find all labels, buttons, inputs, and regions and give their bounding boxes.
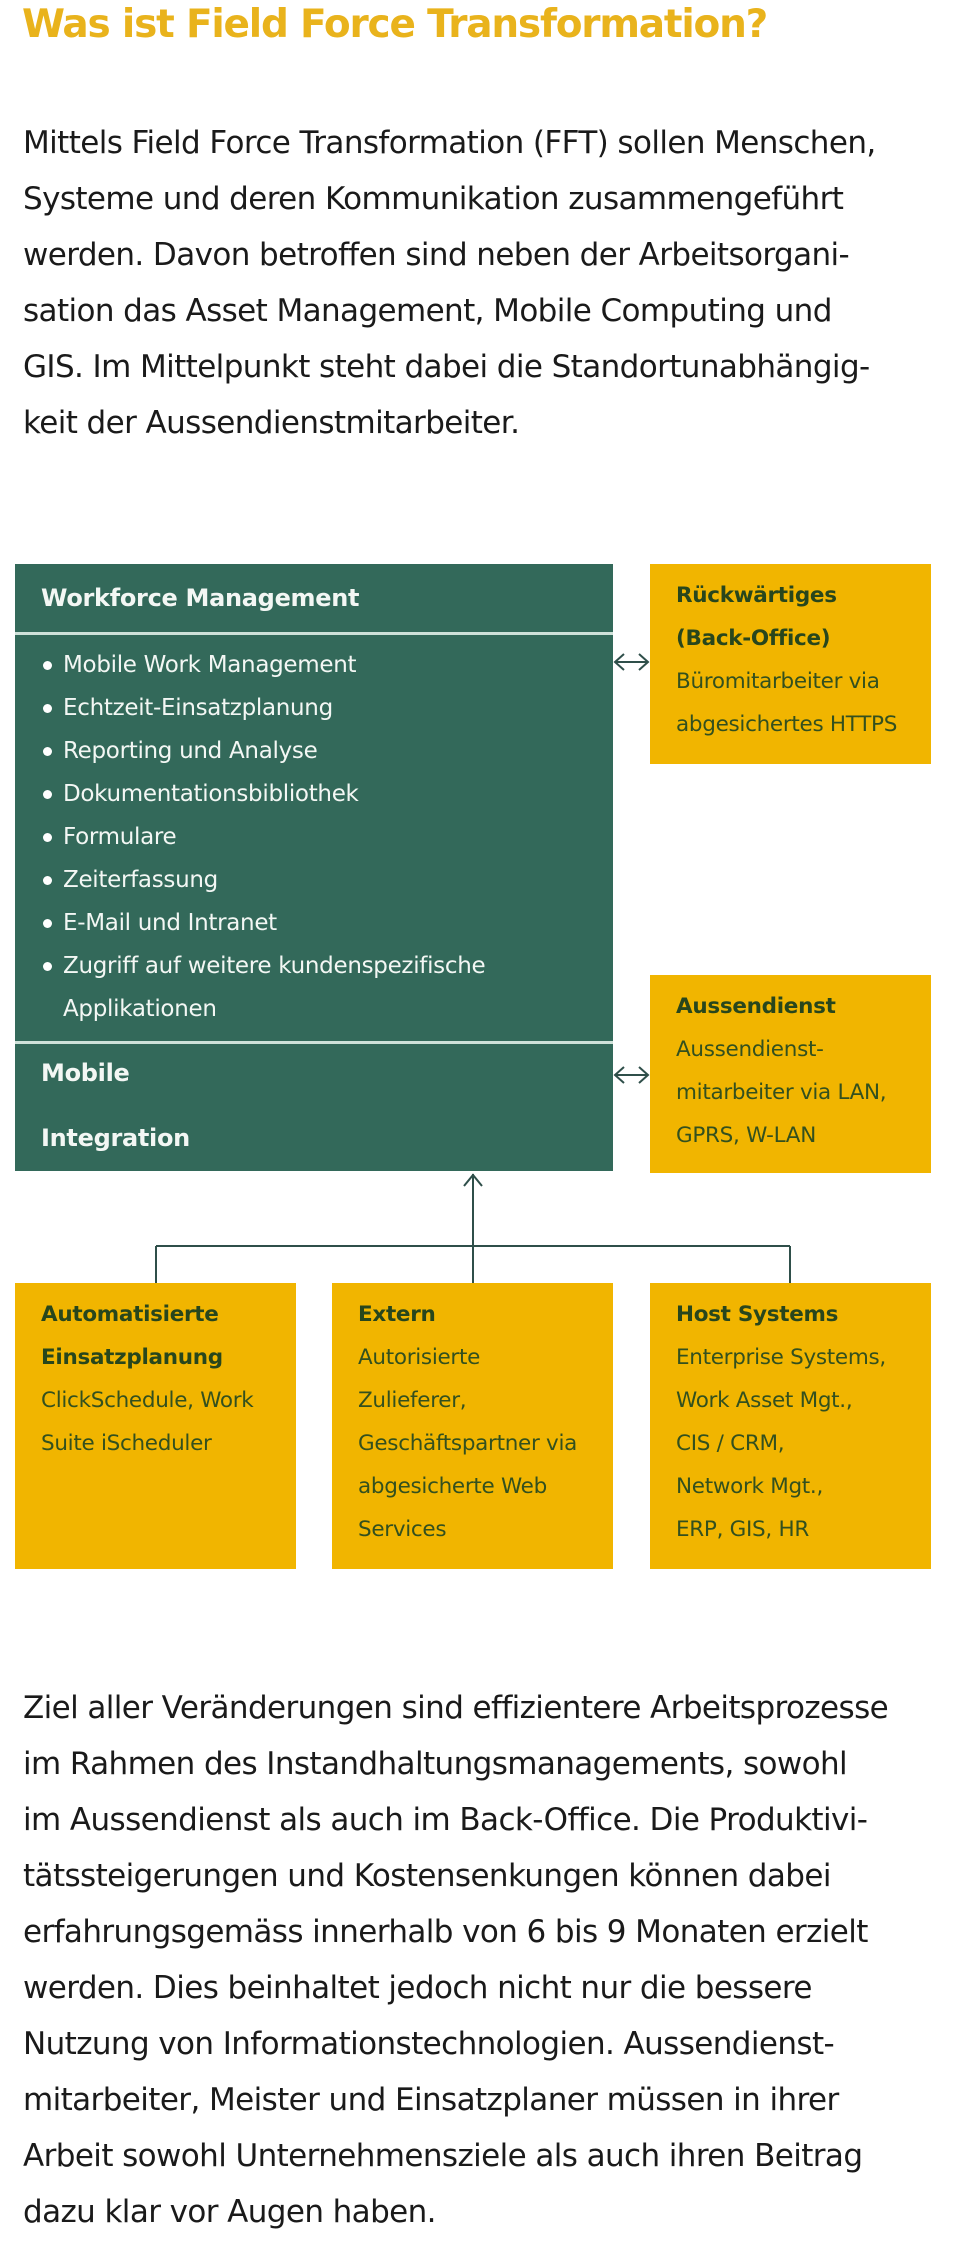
double-arrow-icon (613, 653, 650, 671)
mobile-label: Mobile (41, 1059, 130, 1087)
box-text: ERP, GIS, HR (676, 1517, 809, 1542)
box-text: Büromitarbeiter via (676, 669, 880, 694)
box-text: Enterprise Systems, (676, 1345, 886, 1370)
bullet-icon (43, 919, 52, 928)
feature-list: Mobile Work Management Echtzeit-Einsatzp… (41, 644, 486, 1031)
box-title: Host Systems (676, 1302, 839, 1327)
intro-line: keit der Aussendienstmitarbeiter. (23, 405, 520, 441)
box-text: mitarbeiter via LAN, (676, 1080, 887, 1105)
divider (15, 1041, 613, 1044)
box-text: abgesichertes HTTPS (676, 712, 898, 737)
list-item: Echtzeit-Einsatzplanung (41, 687, 485, 730)
outro-line: im Rahmen des Instandhaltungsmanagements… (23, 1746, 848, 1782)
list-item: Reporting und Analyse (41, 730, 485, 773)
box-text: Zulieferer, (358, 1388, 467, 1413)
outro-line: dazu klar vor Augen haben. (23, 2194, 437, 2230)
bullet-icon (43, 704, 52, 713)
outro-line: mitarbeiter, Meister und Einsatzplaner m… (23, 2082, 839, 2118)
box-text: Autorisierte (358, 1345, 481, 1370)
list-item: Zugriff auf weitere kundenspezifische (41, 945, 486, 988)
integration-label: Integration (41, 1124, 190, 1152)
box-text: GPRS, W-LAN (676, 1123, 816, 1148)
list-item: E-Mail und Intranet (41, 902, 485, 945)
intro-line: Mittels Field Force Transformation (FFT)… (23, 125, 876, 161)
outro-line: Ziel aller Veränderungen sind effiziente… (23, 1690, 889, 1726)
page-title: Was ist Field Force Transformation? (22, 2, 768, 47)
list-item: Formulare (41, 816, 485, 859)
divider (15, 632, 613, 635)
external-box: Extern Autorisierte Zulieferer, Geschäft… (332, 1283, 613, 1569)
intro-line: Systeme und deren Kommunikation zusammen… (23, 181, 844, 217)
automated-scheduling-box: Automatisierte Einsatzplanung ClickSched… (15, 1283, 296, 1569)
list-item: Zeiterfassung (41, 859, 485, 902)
bullet-icon (43, 962, 52, 971)
box-title: (Back-Office) (676, 626, 831, 651)
box-text: Work Asset Mgt., (676, 1388, 853, 1413)
box-text: Aussendienst- (676, 1037, 824, 1062)
conclusion-paragraph: Ziel aller Veränderungen sind effiziente… (23, 1680, 953, 2240)
list-item-continuation: Applikationen (63, 996, 217, 1022)
box-text: Geschäftspartner via (358, 1431, 578, 1456)
double-arrow-icon (613, 1066, 650, 1084)
back-office-box: Rückwärtiges (Back-Office) Büromitarbeit… (650, 564, 931, 764)
box-text: Suite iScheduler (41, 1431, 212, 1456)
box-text: Services (358, 1517, 447, 1542)
arrow-up-icon (463, 1173, 483, 1187)
intro-line: werden. Davon betroffen sind neben der A… (23, 237, 850, 273)
box-title: Extern (358, 1302, 436, 1327)
outro-line: erfahrungsgemäss innerhalb von 6 bis 9 M… (23, 1914, 868, 1950)
workforce-management-box: Workforce Management Mobile Work Managem… (15, 564, 613, 1171)
box-text: Network Mgt., (676, 1474, 823, 1499)
intro-line: GIS. Im Mittelpunkt steht dabei die Stan… (23, 349, 870, 385)
bullet-icon (43, 661, 52, 670)
box-title: Aussendienst (676, 994, 836, 1019)
box-title: Einsatzplanung (41, 1345, 223, 1370)
intro-line: sation das Asset Management, Mobile Comp… (23, 293, 832, 329)
outro-line: Arbeit sowohl Unternehmensziele als auch… (23, 2138, 863, 2174)
list-item: Dokumentationsbibliothek (41, 773, 485, 816)
outro-line: Nutzung von Informationstechnologien. Au… (23, 2026, 835, 2062)
host-systems-box: Host Systems Enterprise Systems, Work As… (650, 1283, 931, 1569)
page: Was ist Field Force Transformation? Mitt… (0, 0, 960, 2241)
box-text: ClickSchedule, Work (41, 1388, 254, 1413)
bullet-icon (43, 876, 52, 885)
box-text: abgesicherte Web (358, 1474, 547, 1499)
box-title: Rückwärtiges (676, 583, 837, 608)
field-service-box: Aussendienst Aussendienst- mitarbeiter v… (650, 975, 931, 1173)
box-title: Automatisierte (41, 1302, 219, 1327)
bullet-icon (43, 790, 52, 799)
bullet-icon (43, 833, 52, 842)
intro-paragraph: Mittels Field Force Transformation (FFT)… (23, 115, 953, 451)
bullet-icon (43, 747, 52, 756)
box-text: CIS / CRM, (676, 1431, 785, 1456)
workforce-management-heading: Workforce Management (41, 584, 360, 612)
outro-line: im Aussendienst als auch im Back-Office.… (23, 1802, 868, 1838)
tree-connector (155, 1174, 791, 1283)
outro-line: werden. Dies beinhaltet jedoch nicht nur… (23, 1970, 812, 2006)
list-item: Mobile Work Management (41, 644, 485, 687)
outro-line: tätssteigerungen und Kostensenkungen kön… (23, 1858, 831, 1894)
